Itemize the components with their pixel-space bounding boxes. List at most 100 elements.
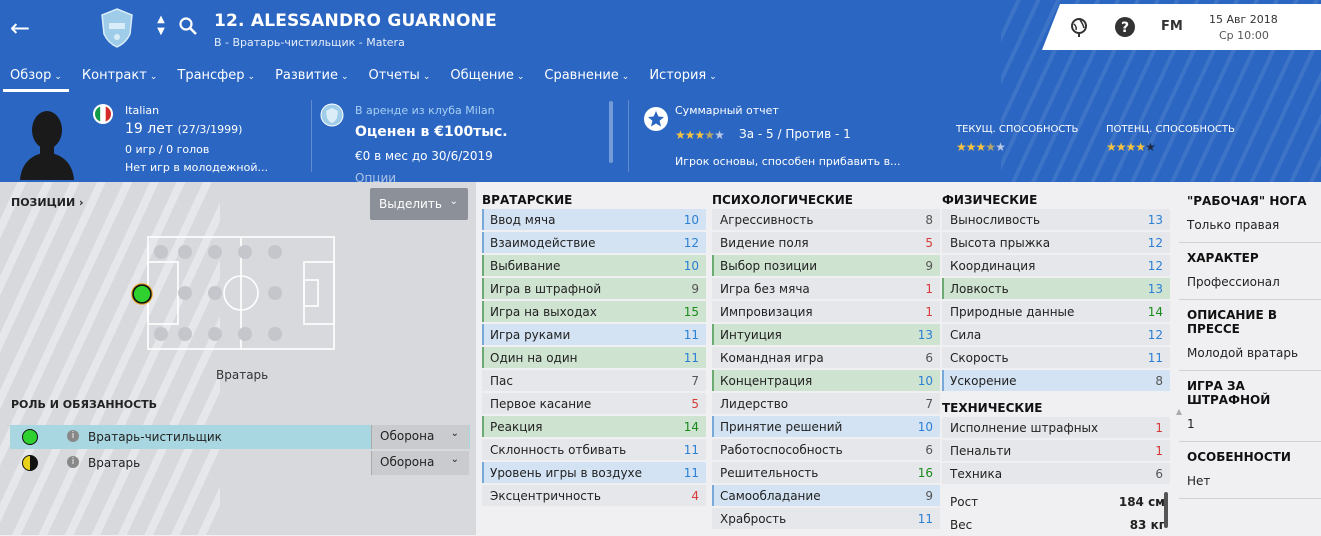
duty-dropdown[interactable]: Оборона ⌄ (371, 451, 469, 475)
role-duty-title: РОЛЬ И ОБЯЗАННОСТЬ (11, 398, 158, 411)
attribute-row[interactable]: Взаимодействие 12 (482, 231, 706, 254)
attribute-row[interactable]: Агрессивность 8 (712, 208, 940, 231)
potential-ability-label: ПОТЕНЦ. СПОСОБНОСТЬ (1106, 124, 1235, 135)
chevron-down-icon: ⌄ (149, 72, 158, 82)
attribute-name: Игра в штрафной (490, 282, 602, 296)
attribute-row[interactable]: Высота прыжка 12 (942, 231, 1170, 254)
role-name: Вратарь (88, 456, 141, 470)
attribute-row[interactable]: Интуиция 13 (712, 323, 940, 346)
attribute-row[interactable]: Ловкость 13 (942, 277, 1170, 300)
loan-status[interactable]: В аренде из клуба Milan (355, 104, 495, 117)
globe-icon[interactable] (1068, 16, 1090, 38)
attribute-row[interactable]: Ввод мяча 10 (482, 208, 706, 231)
highlight-select[interactable]: Выделить ⌄ (370, 188, 468, 220)
attribute-value: 13 (917, 328, 933, 342)
role-name: Вратарь-чистильщик (88, 430, 222, 444)
loan-club-crest-icon (320, 103, 344, 127)
attribute-row[interactable]: Лидерство 7 (712, 392, 940, 415)
tab-interaction[interactable]: Общение ⌄ (440, 62, 534, 92)
attribute-value: 10 (683, 259, 699, 273)
attribute-row[interactable]: Склонность отбивать 11 (482, 438, 706, 461)
attribute-row[interactable]: Самообладание 9 (712, 484, 940, 507)
attribute-value: 14 (1147, 305, 1163, 319)
overview-scrollbar[interactable] (609, 101, 613, 163)
fm-menu-button[interactable]: FM (1161, 19, 1183, 34)
tab-history[interactable]: История ⌄ (639, 62, 726, 92)
attribute-row[interactable]: Командная игра 6 (712, 346, 940, 369)
attribute-row[interactable]: Выбивание 10 (482, 254, 706, 277)
role-row[interactable]: i Вратарь Оборона ⌄ (10, 451, 470, 475)
positions-title[interactable]: ПОЗИЦИИ › (11, 196, 84, 209)
trait-title: "РАБОЧАЯ" НОГА (1187, 194, 1307, 208)
attribute-row[interactable]: Реакция 14 (482, 415, 706, 438)
attribute-row[interactable]: Исполнение штрафных 1 (942, 416, 1170, 439)
attribute-row[interactable]: Координация 12 (942, 254, 1170, 277)
attribute-row[interactable]: Игра на выходах 15 (482, 300, 706, 323)
attribute-row[interactable]: Концентрация 10 (712, 369, 940, 392)
tab-contract[interactable]: Контракт ⌄ (72, 62, 167, 92)
duty-dropdown[interactable]: Оборона ⌄ (371, 425, 469, 449)
club-crest-icon[interactable] (100, 8, 134, 48)
goalkeeper-position-marker[interactable] (131, 283, 153, 305)
potential-ability-stars: ★★★★★ (1106, 140, 1156, 154)
attribute-value: 12 (1147, 328, 1163, 342)
attribute-row[interactable]: Храбрость 11 (712, 507, 940, 530)
games-goals: 0 игр / 0 голов (125, 143, 210, 156)
attribute-row[interactable]: Решительность 16 (712, 461, 940, 484)
attribute-row[interactable]: Техника 6 (942, 462, 1170, 485)
attribute-row[interactable]: Скорость 11 (942, 346, 1170, 369)
attribute-row[interactable]: Уровень игры в воздухе 11 (482, 461, 706, 484)
nationality[interactable]: Italian (125, 104, 159, 117)
tab-development[interactable]: Развитие ⌄ (265, 62, 358, 92)
attribute-value: 5 (691, 397, 699, 411)
attribute-row[interactable]: Игра руками 11 (482, 323, 706, 346)
attribute-row[interactable]: Первое касание 5 (482, 392, 706, 415)
info-icon[interactable]: i (67, 430, 79, 442)
star-icon: ★ (1125, 140, 1137, 154)
tab-bar: Обзор ⌄ Контракт ⌄ Трансфер ⌄ Развитие ⌄ Отч… (0, 62, 727, 92)
attribute-name: Концентрация (720, 374, 813, 388)
tab-overview[interactable]: Обзор ⌄ (0, 62, 72, 92)
attribute-row[interactable]: Сила 12 (942, 323, 1170, 346)
tab-transfer[interactable]: Трансфер ⌄ (167, 62, 265, 92)
attribute-value: 11 (683, 328, 699, 342)
info-icon[interactable]: i (67, 456, 79, 468)
attribute-name: Техника (950, 467, 1003, 481)
attribute-row[interactable]: Выбор позиции 9 (712, 254, 940, 277)
star-icon: ★ (956, 140, 967, 154)
help-icon[interactable]: ? (1114, 16, 1136, 38)
attribute-row[interactable]: Выносливость 13 (942, 208, 1170, 231)
tab-reports[interactable]: Отчеты ⌄ (359, 62, 441, 92)
attribute-row[interactable]: Ускорение 8 (942, 369, 1170, 392)
attribute-row[interactable]: Игра без мяча 1 (712, 277, 940, 300)
attribute-name: Пенальти (950, 444, 1012, 458)
trait-value: Профессионал (1187, 275, 1280, 289)
attribute-row[interactable]: Пас 7 (482, 369, 706, 392)
panel-decor (0, 182, 220, 535)
prev-next-player-icon[interactable]: ▲ ▼ (155, 14, 167, 38)
chevron-down-icon: ⌄ (516, 72, 525, 82)
attribute-row[interactable]: Игра в штрафной 9 (482, 277, 706, 300)
trait-title: ИГРА ЗА ШТРАФНОЙ (1187, 379, 1271, 407)
game-date[interactable]: 15 Авг 2018 (1209, 13, 1278, 26)
attributes-scrollbar[interactable] (1164, 492, 1168, 528)
attribute-value: 4 (691, 489, 699, 503)
attribute-row[interactable]: Один на один 11 (482, 346, 706, 369)
attribute-row[interactable]: Природные данные 14 (942, 300, 1170, 323)
attribute-row[interactable]: Пенальти 1 (942, 439, 1170, 462)
attribute-row[interactable]: Принятие решений 10 (712, 415, 940, 438)
search-icon[interactable] (178, 16, 198, 36)
attribute-group-title: ПСИХОЛОГИЧЕСКИЕ (712, 193, 853, 207)
tab-compare[interactable]: Сравнение ⌄ (534, 62, 639, 92)
attribute-value: 11 (683, 466, 699, 480)
attribute-name: Один на один (490, 351, 578, 365)
report-title[interactable]: Суммарный отчет (675, 104, 779, 117)
role-row[interactable]: i Вратарь-чистильщик Оборона ⌄ (10, 425, 470, 449)
attribute-row[interactable]: Импровизация 1 (712, 300, 940, 323)
attribute-row[interactable]: Эксцентричность 4 (482, 484, 706, 507)
player-subtitle[interactable]: В - Вратарь-чистильщик - Matera (214, 36, 405, 49)
attribute-row[interactable]: Видение поля 5 (712, 231, 940, 254)
attribute-name: Пас (490, 374, 513, 388)
attribute-row[interactable]: Работоспособность 6 (712, 438, 940, 461)
back-arrow-icon[interactable]: ← (10, 14, 36, 42)
